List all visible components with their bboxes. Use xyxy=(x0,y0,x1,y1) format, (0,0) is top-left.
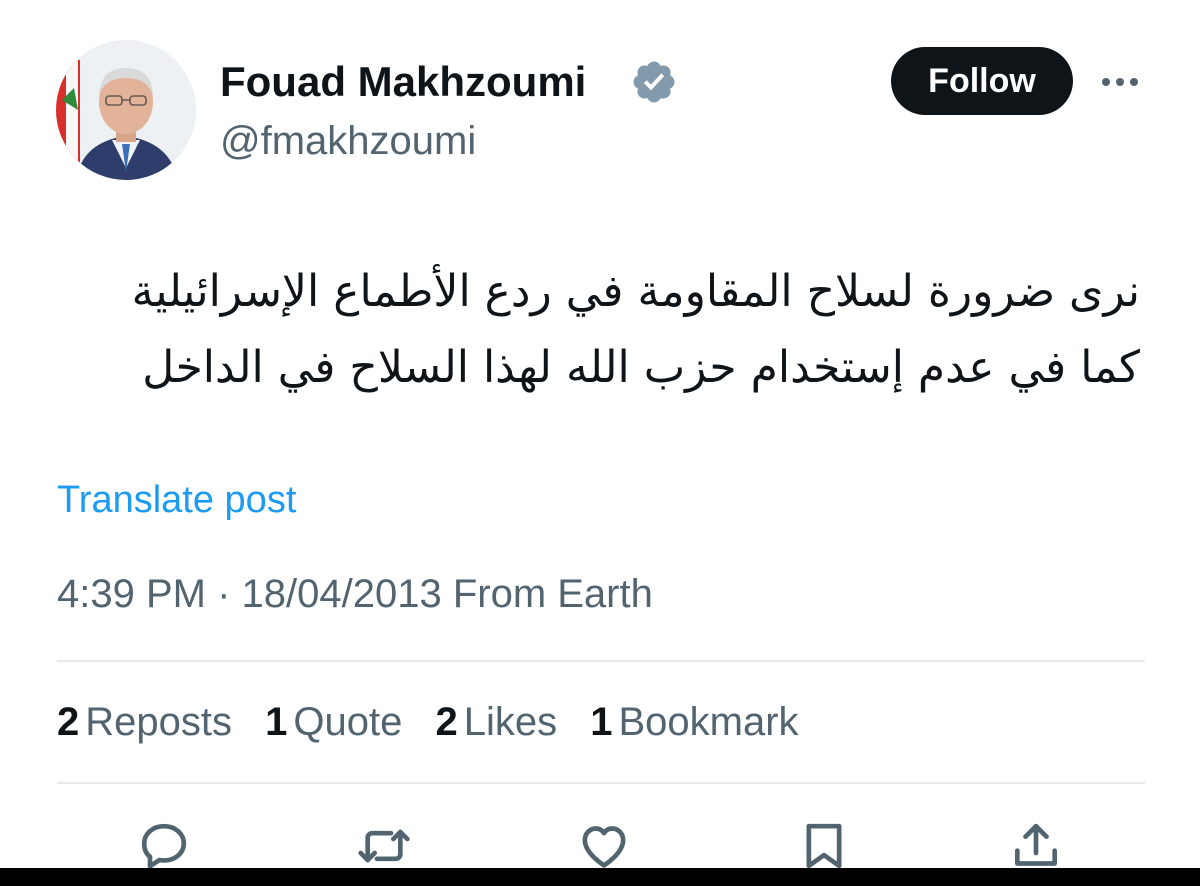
stat-label: Bookmark xyxy=(618,700,799,744)
bookmark-icon[interactable] xyxy=(796,818,852,874)
reply-icon[interactable] xyxy=(136,818,192,874)
divider xyxy=(57,660,1145,662)
bottom-edge xyxy=(0,868,1200,886)
post-detail: Fouad Makhzoumi @fmakhzoumi Follow نرى ض… xyxy=(0,0,1200,886)
quote-stat[interactable]: 1 Quote xyxy=(265,700,402,744)
reposts-stat[interactable]: 2 Reposts xyxy=(57,700,232,744)
divider xyxy=(57,782,1145,784)
avatar[interactable] xyxy=(56,40,196,180)
post-timestamp[interactable]: 4:39 PM · 18/04/2013 From Earth xyxy=(57,569,653,619)
engagement-stats: 2 Reposts 1 Quote 2 Likes 1 Bookmark xyxy=(57,696,821,748)
stat-count: 1 xyxy=(265,700,288,744)
profile-photo xyxy=(56,40,196,180)
verified-badge-icon xyxy=(633,61,675,103)
stat-label: Reposts xyxy=(85,700,232,744)
more-icon[interactable] xyxy=(1096,60,1144,104)
stat-count: 1 xyxy=(590,700,613,744)
likes-stat[interactable]: 2 Likes xyxy=(435,700,557,744)
repost-icon[interactable] xyxy=(356,818,412,874)
stat-count: 2 xyxy=(435,700,458,744)
share-icon[interactable] xyxy=(1008,818,1064,874)
stat-label: Quote xyxy=(293,700,403,744)
stat-count: 2 xyxy=(57,700,80,744)
post-text-line: كما في عدم إستخدام حزب الله لهذا السلاح … xyxy=(142,342,1140,393)
like-icon[interactable] xyxy=(576,818,632,874)
post-text: نرى ضرورة لسلاح المقاومة في ردع الأطماع … xyxy=(40,254,1140,406)
post-text-line: نرى ضرورة لسلاح المقاومة في ردع الأطماع … xyxy=(131,266,1140,317)
follow-button[interactable]: Follow xyxy=(891,47,1073,115)
translate-post-link[interactable]: Translate post xyxy=(57,476,296,524)
bookmark-stat[interactable]: 1 Bookmark xyxy=(590,700,798,744)
stat-label: Likes xyxy=(463,700,558,744)
author-handle[interactable]: @fmakhzoumi xyxy=(220,116,476,166)
author-display-name[interactable]: Fouad Makhzoumi xyxy=(220,56,586,108)
